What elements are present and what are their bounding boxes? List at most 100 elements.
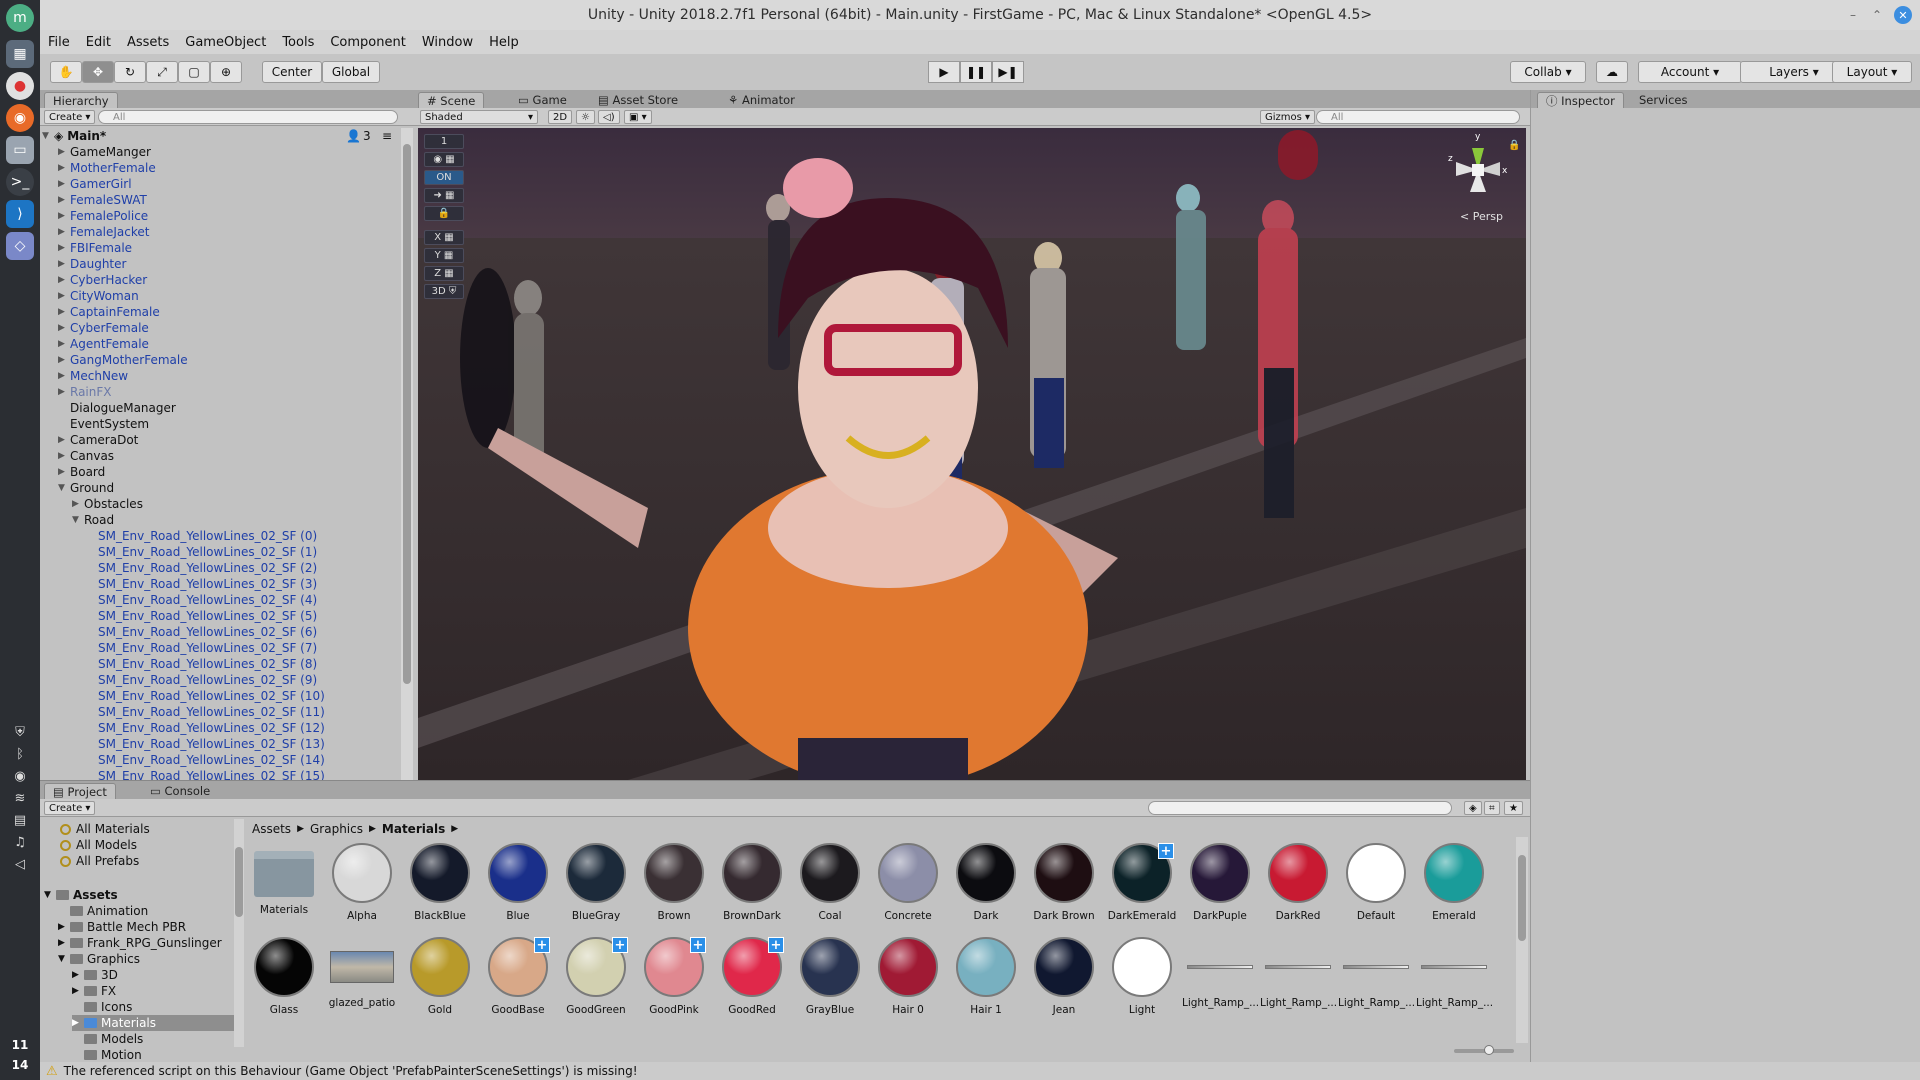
collapsed-arrow-icon[interactable]: ▶: [72, 1018, 84, 1028]
status-bar[interactable]: ⚠ The referenced script on this Behaviou…: [40, 1062, 1920, 1080]
asset-tile[interactable]: + GoodGreen: [558, 937, 634, 1029]
folder-tree-item[interactable]: Models: [72, 1031, 143, 1047]
pivot-center-button[interactable]: Center: [262, 61, 322, 83]
clipboard-icon[interactable]: ▤: [10, 810, 30, 830]
gizmos-dropdown[interactable]: Gizmos ▾: [1260, 110, 1316, 124]
asset-tile[interactable]: Emerald: [1416, 843, 1492, 935]
hierarchy-item[interactable]: ▶ FemaleJacket: [58, 224, 150, 240]
collapsed-arrow-icon[interactable]: ▶: [58, 243, 70, 253]
hierarchy-search-input[interactable]: All: [98, 110, 398, 124]
collapsed-arrow-icon[interactable]: ▶: [58, 323, 70, 333]
hierarchy-item[interactable]: SM_Env_Road_YellowLines_02_SF (5): [86, 608, 317, 624]
hierarchy-item[interactable]: ▶ MechNew: [58, 368, 128, 384]
hierarchy-item[interactable]: DialogueManager: [58, 400, 176, 416]
expanded-arrow-icon[interactable]: ▼: [44, 890, 56, 900]
folder-tree-item[interactable]: ▶ 3D: [72, 967, 118, 983]
collapsed-arrow-icon[interactable]: ▶: [58, 227, 70, 237]
hierarchy-item[interactable]: SM_Env_Road_YellowLines_02_SF (3): [86, 576, 317, 592]
scene-viewport[interactable]: 1 ◉ ▦ ON ➜ ▦ 🔒 X ▦ Y ▦ Z ▦ 3D ⛨ y x z < …: [418, 128, 1526, 783]
tab-inspector[interactable]: ⓘ Inspector: [1537, 92, 1624, 108]
layout-dropdown[interactable]: Layout ▾: [1832, 61, 1912, 83]
scene-layer-button[interactable]: 1: [424, 134, 464, 149]
asset-grid-scrollbar[interactable]: [1516, 837, 1528, 1043]
hierarchy-item[interactable]: ▶ CyberHacker: [58, 272, 147, 288]
hierarchy-item[interactable]: ▶ MotherFemale: [58, 160, 156, 176]
tab-project[interactable]: ▤ Project: [44, 783, 116, 799]
asset-tile[interactable]: Glass: [246, 937, 322, 1029]
move-tool-icon[interactable]: ✥: [82, 61, 114, 83]
asset-tile[interactable]: Blue: [480, 843, 556, 935]
hierarchy-item[interactable]: ▶ Board: [58, 464, 105, 480]
hierarchy-item[interactable]: ▶ RainFX: [58, 384, 112, 400]
folder-tree-item[interactable]: Icons: [72, 999, 132, 1015]
hierarchy-item[interactable]: ▶ FBIFemale: [58, 240, 132, 256]
tab-services[interactable]: Services: [1631, 92, 1696, 108]
asset-tile[interactable]: GrayBlue: [792, 937, 868, 1029]
collapsed-arrow-icon[interactable]: ▶: [58, 451, 70, 461]
menu-tools[interactable]: Tools: [282, 35, 314, 50]
shading-dropdown[interactable]: Shaded ▾: [420, 110, 538, 124]
collapsed-arrow-icon[interactable]: ▶: [58, 371, 70, 381]
menu-gameobject[interactable]: GameObject: [185, 35, 266, 50]
chrome-tray-icon[interactable]: ◉: [10, 766, 30, 786]
axis-z-button[interactable]: Z ▦: [424, 266, 464, 281]
asset-tile[interactable]: glazed_patio: [324, 937, 400, 1029]
hierarchy-item[interactable]: SM_Env_Road_YellowLines_02_SF (14): [86, 752, 325, 768]
asset-tile[interactable]: Materials: [246, 843, 322, 935]
folder-tree-item[interactable]: ▼ Assets: [44, 887, 118, 903]
lighting-toggle-icon[interactable]: ☼: [576, 110, 595, 124]
hierarchy-item[interactable]: SM_Env_Road_YellowLines_02_SF (4): [86, 592, 317, 608]
collapsed-arrow-icon[interactable]: ▶: [58, 163, 70, 173]
hierarchy-scroll-thumb[interactable]: [403, 144, 411, 684]
tab-scene[interactable]: # Scene: [418, 92, 485, 108]
asset-tile[interactable]: Light: [1104, 937, 1180, 1029]
menu-help[interactable]: Help: [489, 35, 519, 50]
play-button[interactable]: ▶: [928, 61, 960, 83]
expanded-arrow-icon[interactable]: ▼: [58, 483, 70, 493]
asset-tile[interactable]: Light_Ramp_...: [1182, 937, 1258, 1029]
unity-hub-icon[interactable]: ◇: [6, 232, 34, 260]
menu-assets[interactable]: Assets: [127, 35, 169, 50]
filter-type-icon[interactable]: ◈: [1464, 801, 1482, 815]
asset-tile[interactable]: Gold: [402, 937, 478, 1029]
collab-dropdown[interactable]: Collab ▾: [1510, 61, 1586, 83]
hierarchy-item[interactable]: ▶ Daughter: [58, 256, 126, 272]
collapsed-arrow-icon[interactable]: ▶: [58, 387, 70, 397]
hierarchy-scrollbar[interactable]: [401, 128, 413, 866]
transform-tool-icon[interactable]: ⊕: [210, 61, 242, 83]
axis-x-button[interactable]: X ▦: [424, 230, 464, 245]
collapsed-arrow-icon[interactable]: ▶: [58, 922, 70, 932]
effects-dropdown-icon[interactable]: ▣ ▾: [624, 110, 652, 124]
pivot-global-button[interactable]: Global: [322, 61, 380, 83]
breadcrumb-graphics[interactable]: Graphics: [310, 822, 363, 836]
hierarchy-item[interactable]: ▶ CyberFemale: [58, 320, 149, 336]
asset-tile[interactable]: Hair 0: [870, 937, 946, 1029]
folder-tree-item[interactable]: ▶ Materials: [72, 1015, 234, 1031]
folder-tree-item[interactable]: ▶ Frank_RPG_Gunslinger: [58, 935, 222, 951]
mint-menu-icon[interactable]: m: [6, 4, 34, 32]
breadcrumb-materials[interactable]: Materials: [382, 822, 445, 836]
collapsed-arrow-icon[interactable]: ▶: [58, 339, 70, 349]
collapsed-arrow-icon[interactable]: ▶: [58, 259, 70, 269]
favorite-item[interactable]: All Prefabs: [60, 853, 139, 869]
view-3d-button[interactable]: 3D ⛨: [424, 284, 464, 299]
asset-grid-scroll-thumb[interactable]: [1518, 855, 1526, 941]
menu-file[interactable]: File: [48, 35, 70, 50]
account-dropdown[interactable]: Account ▾: [1638, 61, 1742, 83]
asset-tile[interactable]: Alpha: [324, 843, 400, 935]
favorite-item[interactable]: All Models: [60, 837, 137, 853]
visibility-icon[interactable]: ◉ ▦: [424, 152, 464, 167]
collapsed-arrow-icon[interactable]: ▶: [58, 211, 70, 221]
hierarchy-item[interactable]: SM_Env_Road_YellowLines_02_SF (0): [86, 528, 317, 544]
bluetooth-icon[interactable]: ᛒ: [10, 744, 30, 764]
collapsed-arrow-icon[interactable]: ▶: [58, 435, 70, 445]
hierarchy-item[interactable]: ▶ CaptainFemale: [58, 304, 160, 320]
collapsed-arrow-icon[interactable]: ▶: [58, 938, 70, 948]
shield-icon[interactable]: ⛨: [10, 722, 30, 742]
asset-tile[interactable]: DarkRed: [1260, 843, 1336, 935]
maximize-icon[interactable]: ⌃: [1868, 6, 1886, 24]
asset-tile[interactable]: Brown: [636, 843, 712, 935]
chrome-icon[interactable]: ●: [6, 72, 34, 100]
hierarchy-item[interactable]: SM_Env_Road_YellowLines_02_SF (8): [86, 656, 317, 672]
scene-root[interactable]: ▼ ◈ Main*: [42, 128, 106, 144]
